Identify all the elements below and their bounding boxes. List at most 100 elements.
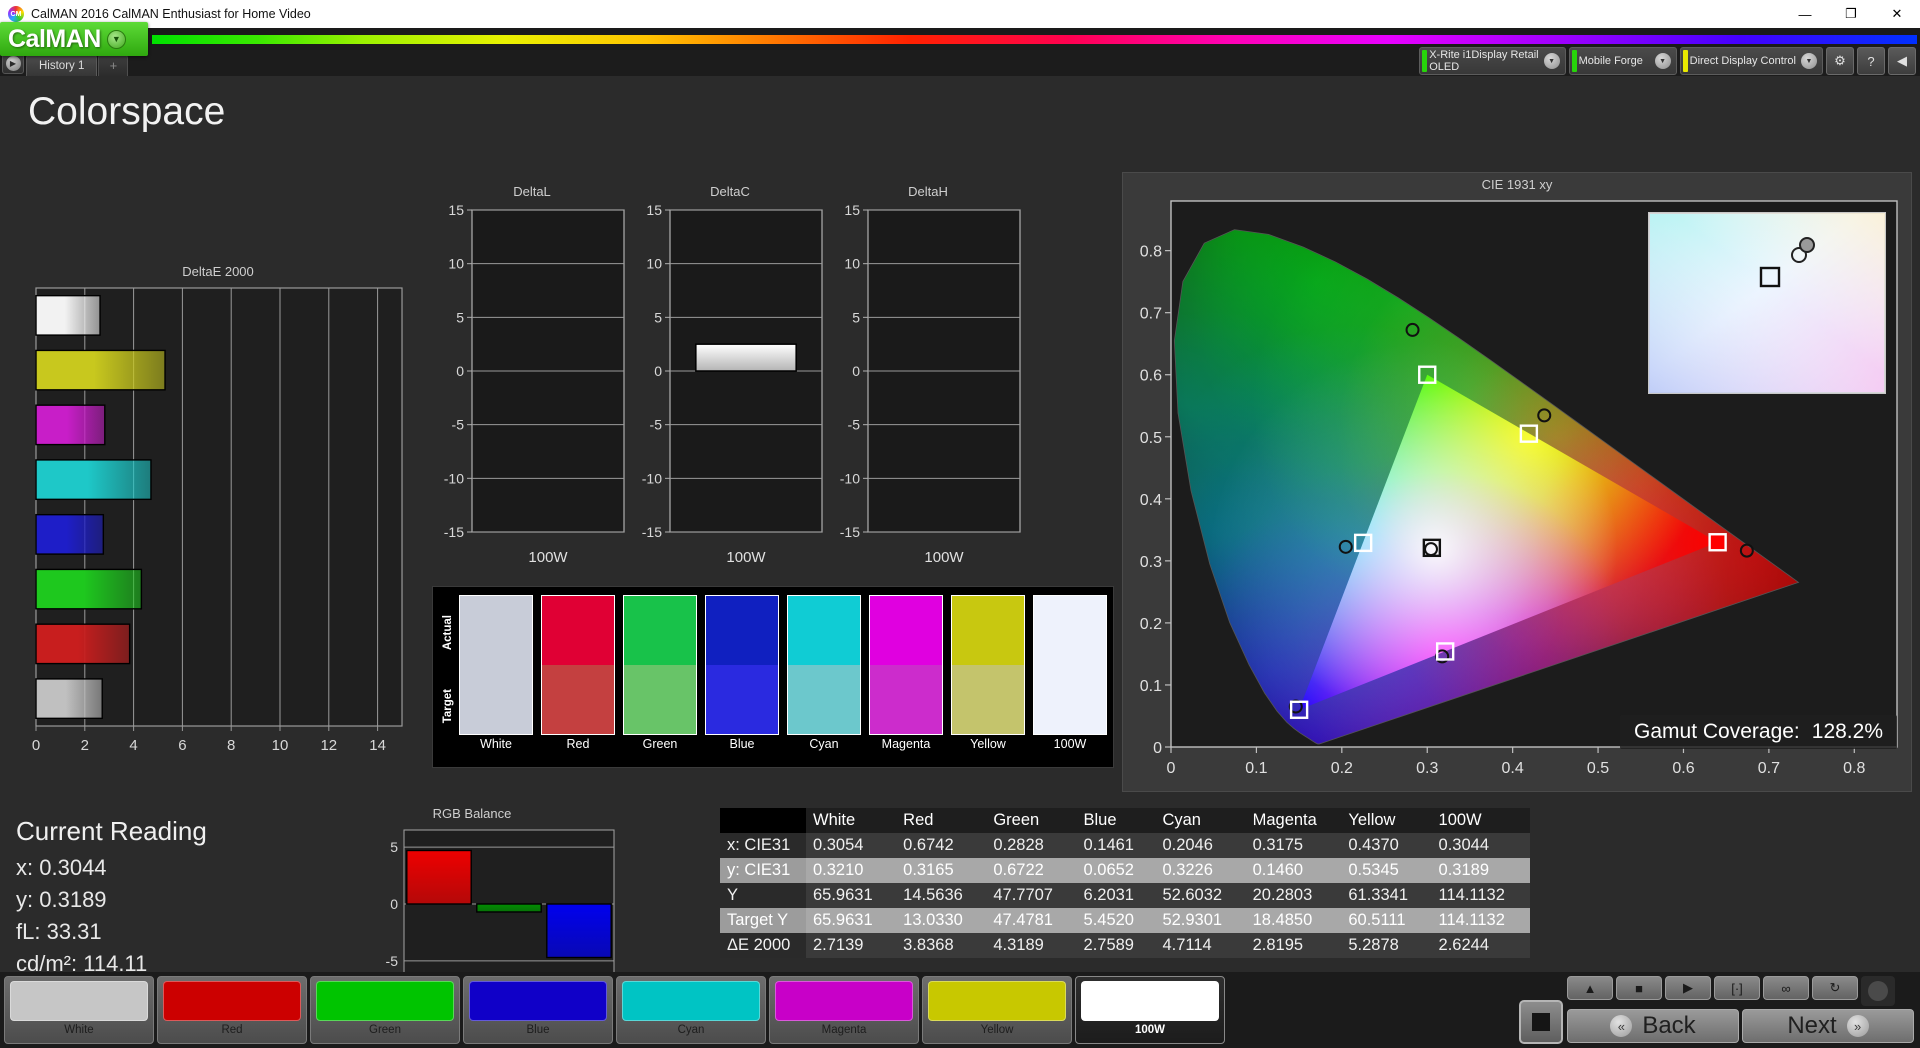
brackets-button[interactable]: [·] [1714,976,1760,1000]
reading-label-y: y: [16,887,34,912]
collapse-panel-icon[interactable]: ◀ [1888,47,1916,75]
deltae-chart-svg: 0 2 4 6 8 10 12 14 [32,287,403,754]
meter-dropdown-line1: X-Rite i1Display Retail [1429,48,1539,61]
target-swatch [952,665,1024,734]
pattern-swatch-row: White Red Green Blue Cyan Magenta Yellow 100W [0,972,1225,1048]
table-cell: 18.4850 [1252,911,1313,929]
actual-target-column [459,595,533,735]
pattern-button-white[interactable]: White [4,976,154,1044]
svg-text:0.8: 0.8 [1140,244,1162,261]
pattern-button-label: Yellow [980,1024,1014,1036]
play-button[interactable]: ▶ [1665,976,1711,1000]
settings-gear-icon[interactable]: ⚙ [1826,47,1854,75]
actual-target-column-label: Magenta [881,737,931,751]
continuous-loop-button[interactable]: ∞ [1763,976,1809,1000]
transport-row-bottom: « Back Next » [1567,1009,1914,1043]
chevron-down-icon[interactable]: ▼ [1543,53,1560,69]
actual-target-column-label: Yellow [970,737,1006,751]
table-cell: 47.4781 [993,911,1053,929]
deltah-chart: DeltaH 15 10 5 0 -5 -10 -15 100W [828,184,1028,574]
svg-text:0.5: 0.5 [1587,760,1609,777]
pattern-button-red[interactable]: Red [157,976,307,1044]
record-indicator[interactable] [1861,976,1895,1006]
meter-status-stripe [1422,50,1428,72]
tab-history-1[interactable]: History 1 [26,54,98,76]
svg-text:10: 10 [844,256,860,272]
deltae-chart-title: DeltaE 2000 [182,264,254,279]
tab-strip: ▶ History 1 + X-Rite i1Display Retail OL… [0,47,1920,76]
stop-measurement-button[interactable] [1519,1000,1563,1044]
calman-logo[interactable]: CalMAN ▼ [0,22,148,56]
table-header-row: White Red Green Blue Cyan Magenta Yellow 100W [720,808,1530,833]
target-row-label: Target [442,689,454,724]
bottom-right-controls: ▲ ■ ▶ [·] ∞ ↻ « Back Next » [1519,972,1920,1048]
actual-target-column-label: 100W [1053,737,1087,751]
deltac-chart-svg: 15 10 5 0 -5 -10 -15 100W [642,202,823,566]
back-button[interactable]: « Back [1567,1009,1739,1043]
svg-text:10: 10 [646,256,662,272]
svg-text:-5: -5 [452,417,465,433]
svg-text:0.8: 0.8 [1843,760,1865,777]
window-title-bar: CM CalMAN 2016 CalMAN Enthusiast for Hom… [0,0,1920,28]
help-button[interactable]: ? [1857,47,1885,75]
actual-target-column [1033,595,1107,735]
table-cell: 20.2803 [1252,886,1313,904]
close-button[interactable]: ✕ [1874,0,1920,28]
svg-text:-10: -10 [642,470,662,486]
current-reading-panel: Current Reading x: 0.3044 y: 0.3189 fL: … [16,816,346,983]
reading-value-fl: 33.31 [46,919,102,944]
pattern-button-cyan[interactable]: Cyan [616,976,766,1044]
table-cell: 14.5636 [903,886,963,904]
restore-button[interactable]: ❐ [1828,0,1874,28]
spectrum-gradient-bar [152,35,1917,44]
pattern-button-magenta[interactable]: Magenta [769,976,919,1044]
svg-text:0.4: 0.4 [1502,760,1524,777]
table-cell: 0.1460 [1252,861,1304,879]
svg-text:0: 0 [852,363,860,379]
display-control-dropdown[interactable]: Direct Display Control ▼ [1679,47,1823,75]
table-cell: 0.6722 [993,861,1044,879]
pattern-button-100w[interactable]: 100W [1075,976,1225,1044]
add-tab-button[interactable]: + [98,54,129,76]
calman-wordmark: CalMAN [8,24,101,53]
stop-button[interactable]: ■ [1616,976,1662,1000]
actual-swatch [706,596,778,665]
pattern-button-yellow[interactable]: Yellow [922,976,1072,1044]
actual-target-column-label: White [480,737,512,751]
reading-value-y: 0.3189 [39,887,107,912]
pattern-button-green[interactable]: Green [310,976,460,1044]
chevron-down-icon[interactable]: ▼ [1654,53,1671,69]
svg-text:-15: -15 [642,524,662,540]
minimize-button[interactable]: — [1782,0,1828,28]
svg-text:0.6: 0.6 [1140,368,1162,385]
refresh-button[interactable]: ↻ [1812,976,1858,1000]
chevron-down-icon[interactable]: ▼ [106,29,126,49]
svg-text:0.1: 0.1 [1245,760,1267,777]
svg-text:0: 0 [390,896,398,912]
meter-dropdown[interactable]: X-Rite i1Display Retail OLED ▼ [1419,47,1566,75]
svg-text:100W: 100W [924,549,964,566]
pattern-button-label: White [64,1024,94,1036]
source-dropdown[interactable]: Mobile Forge ▼ [1568,47,1677,75]
table-cell: 0.3044 [1438,836,1489,854]
actual-swatch [460,596,532,665]
table-corner-cell [720,808,806,833]
svg-text:14: 14 [369,737,386,754]
table-row-label: ΔE 2000 [720,933,806,958]
actual-target-column [787,595,861,735]
actual-target-column-label: Cyan [809,737,839,751]
svg-text:-5: -5 [386,953,399,969]
target-swatch [624,665,696,734]
svg-text:0.1: 0.1 [1140,678,1162,695]
chevron-down-icon[interactable]: ▼ [1801,53,1817,69]
target-swatch [1034,665,1106,734]
pattern-button-blue[interactable]: Blue [463,976,613,1044]
main-workspace: Colorspace DeltaE 2000 0 2 4 6 8 10 12 14 Delta… [0,76,1920,1048]
deltal-chart-svg: 15 10 5 0 -5 -10 -15 100W [444,202,625,566]
actual-target-column [869,595,943,735]
svg-text:-5: -5 [650,417,663,433]
next-button[interactable]: Next » [1742,1009,1914,1043]
scroll-up-button[interactable]: ▲ [1567,976,1613,1000]
page-title: Colorspace [28,90,226,133]
table-column-header: Green [986,808,1077,833]
